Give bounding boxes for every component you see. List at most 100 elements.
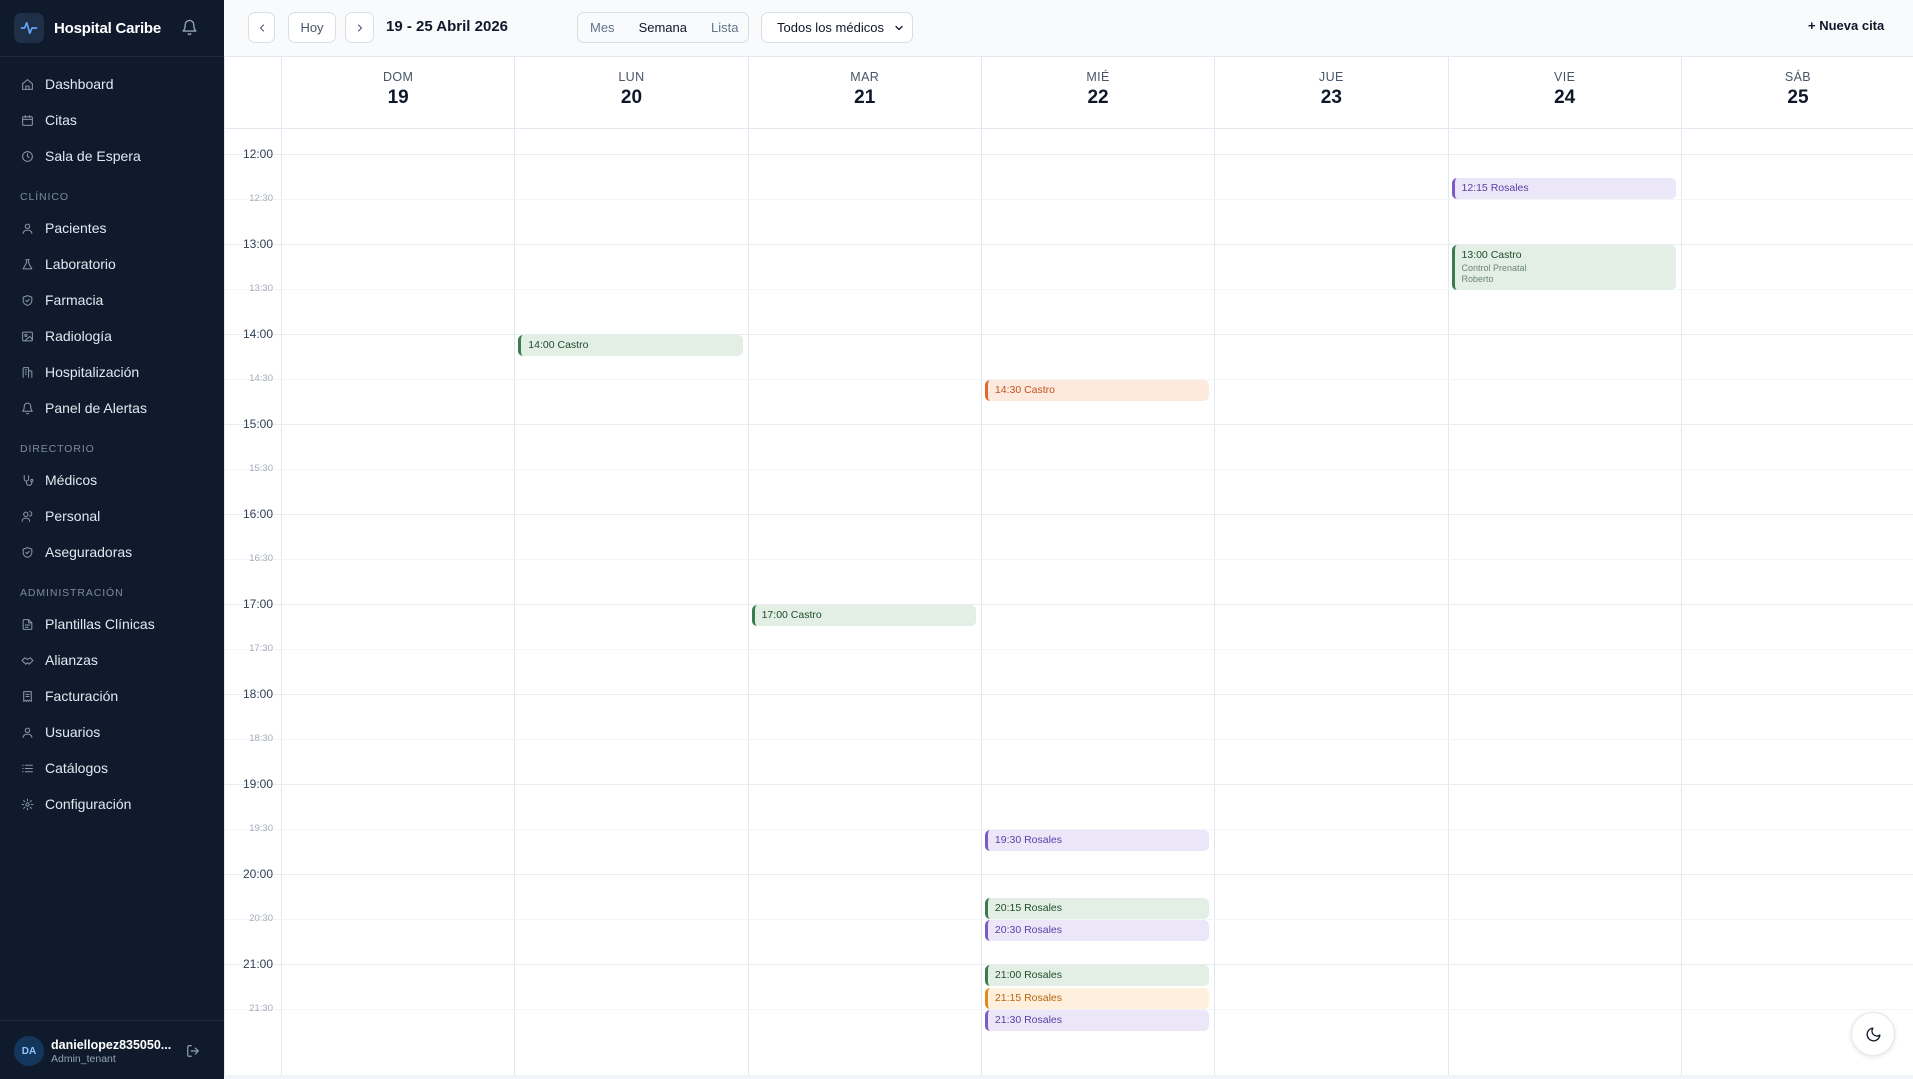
day-number: 21	[854, 87, 876, 108]
time-label: 18:00	[242, 687, 273, 701]
sidebar-item-label: Plantillas Clínicas	[45, 616, 155, 632]
day-header[interactable]: MAR 21	[747, 57, 981, 129]
sidebar-item-citas[interactable]: Citas	[0, 102, 224, 138]
appointment-event[interactable]: 21:30 Rosales	[984, 1010, 1210, 1031]
appointment-title: 21:15 Rosales	[994, 991, 1063, 1004]
time-label: 17:30	[249, 643, 273, 654]
sidebar-item-label: Aseguradoras	[45, 544, 133, 560]
view-tab-semana[interactable]: Semana	[627, 20, 699, 35]
time-gridline	[225, 514, 1913, 515]
sidebar-item-dashboard[interactable]: Dashboard	[0, 66, 224, 102]
appointment-title: 21:00 Rosales	[994, 969, 1063, 981]
appointment-title: 20:30 Rosales	[994, 924, 1063, 936]
view-tab-lista[interactable]: Lista	[699, 20, 750, 35]
chevron-down-icon	[895, 25, 903, 31]
bell-icon	[20, 401, 34, 415]
day-header[interactable]: JUE 23	[1214, 57, 1447, 129]
appointment-event[interactable]: 20:15 Rosales	[984, 897, 1210, 919]
sidebar-item-label: Dashboard	[45, 76, 114, 92]
appointment-event[interactable]: 21:15 Rosales	[984, 987, 1210, 1009]
gear-icon	[20, 797, 34, 811]
time-gridline	[225, 199, 1913, 200]
appointment-title: 12:15 Rosales	[1461, 181, 1529, 194]
sidebar-item-label: Pacientes	[45, 220, 107, 236]
appointment-event[interactable]: 12:15 Rosales	[1451, 177, 1676, 199]
sidebar-item-catalogos[interactable]: Catálogos	[0, 750, 224, 786]
sidebar-item-label: Sala de Espera	[45, 148, 141, 164]
appointment-event[interactable]: 21:00 Rosales	[984, 965, 1210, 986]
sidebar-item-sala-de-espera[interactable]: Sala de Espera	[0, 138, 224, 174]
day-header[interactable]: VIE 24	[1447, 57, 1681, 129]
time-label: 17:00	[242, 597, 273, 611]
time-gridline	[225, 604, 1913, 605]
appointment-event[interactable]: 19:30 Rosales	[984, 830, 1210, 851]
list-icon	[20, 761, 34, 775]
time-gridline	[225, 559, 1913, 560]
time-gridline	[225, 469, 1913, 470]
sidebar-item-laboratorio[interactable]: Laboratorio	[0, 246, 224, 282]
time-label: 21:00	[242, 957, 273, 971]
appointment-type: Control Prenatal	[1461, 263, 1527, 273]
image-icon	[20, 329, 34, 343]
sidebar-item-label: Médicos	[45, 472, 98, 488]
sidebar-item-radiologia[interactable]: Radiología	[0, 318, 224, 354]
nav-section-title: CLÍNICO	[20, 191, 69, 203]
next-week-button[interactable]	[345, 12, 374, 43]
day-header[interactable]: LUN 20	[514, 57, 747, 129]
appointment-event[interactable]: 14:00 Castro	[518, 335, 743, 356]
prev-week-button[interactable]	[248, 12, 275, 43]
time-label: 14:00	[242, 327, 273, 341]
doctor-filter-select[interactable]: Todos los médicos	[761, 12, 913, 43]
sidebar-item-farmacia[interactable]: Farmacia	[0, 282, 224, 318]
sidebar-item-label: Personal	[45, 508, 101, 524]
theme-toggle-button[interactable]	[1851, 1012, 1895, 1056]
appointment-event[interactable]: 17:00 Castro	[751, 605, 976, 626]
sidebar-item-label: Facturación	[45, 688, 119, 704]
appointment-title: 17:00 Castro	[761, 609, 822, 621]
calendar-body[interactable]: 11:3012:0012:3013:0013:3014:0014:3015:00…	[225, 103, 1913, 1075]
sidebar-item-facturacion[interactable]: Facturación	[0, 678, 224, 714]
appointment-event[interactable]: 20:30 Rosales	[984, 920, 1210, 941]
today-button[interactable]: Hoy	[288, 12, 336, 43]
nav-section-title: ADMINISTRACIÓN	[20, 587, 124, 599]
time-gridline	[225, 154, 1913, 155]
shield-icon	[20, 293, 34, 307]
sidebar-item-hospitalizacion[interactable]: Hospitalización	[0, 354, 224, 390]
building-icon	[20, 365, 34, 379]
day-header[interactable]: SÁB 25	[1680, 57, 1913, 129]
time-gridline	[225, 334, 1913, 335]
brand-name: Hospital Caribe	[54, 19, 162, 37]
sidebar-item-alianzas[interactable]: Alianzas	[0, 642, 224, 678]
sidebar-item-label: Usuarios	[45, 724, 101, 740]
time-label: 12:00	[242, 147, 273, 161]
sidebar-item-plantillas-clinicas[interactable]: Plantillas Clínicas	[0, 606, 224, 642]
day-header[interactable]: MIÉ 22	[980, 57, 1214, 129]
sidebar-item-usuarios[interactable]: Usuarios	[0, 714, 224, 750]
sidebar-item-medicos[interactable]: Médicos	[0, 462, 224, 498]
sidebar-item-label: Hospitalización	[45, 364, 140, 380]
time-label: 13:00	[242, 237, 273, 251]
user-profile[interactable]: DA daniellopez835050... Admin_tenant	[14, 1034, 210, 1068]
time-label: 12:30	[249, 193, 273, 204]
home-icon	[20, 77, 34, 91]
sidebar-divider	[0, 56, 224, 57]
sidebar-item-panel-de-alertas[interactable]: Panel de Alertas	[0, 390, 224, 426]
time-label: 15:00	[242, 417, 273, 431]
user-name: daniellopez835050...	[51, 1037, 172, 1052]
sidebar-item-pacientes[interactable]: Pacientes	[0, 210, 224, 246]
sidebar-item-aseguradoras[interactable]: Aseguradoras	[0, 534, 224, 570]
appointment-event[interactable]: 13:00 Castro Control Prenatal Roberto	[1451, 245, 1676, 290]
appointment-title: 14:00 Castro	[528, 339, 589, 351]
notifications-bell-icon[interactable]	[178, 16, 200, 38]
sidebar-item-configuracion[interactable]: Configuración	[0, 786, 224, 822]
appointment-event[interactable]: 14:30 Castro	[984, 380, 1210, 401]
shield-icon	[20, 545, 34, 559]
new-appointment-button[interactable]: + Nueva cita	[1808, 18, 1884, 33]
logout-icon[interactable]	[184, 1042, 202, 1060]
sidebar-item-personal[interactable]: Personal	[0, 498, 224, 534]
day-column-divider	[1680, 129, 1682, 1075]
view-tab-mes[interactable]: Mes	[578, 20, 627, 35]
day-name: DOM	[382, 70, 414, 84]
day-column-divider	[1214, 129, 1216, 1075]
day-header[interactable]: DOM 19	[281, 57, 514, 129]
